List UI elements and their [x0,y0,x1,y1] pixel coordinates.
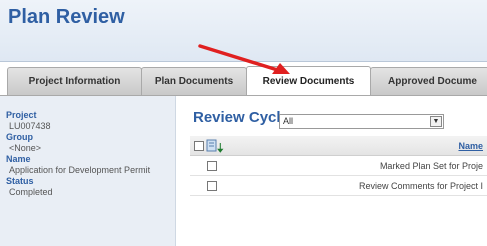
review-documents-table: 🠣 Name Marked Plan Set for Proje Review … [190,136,487,196]
row-checkbox[interactable] [207,181,217,191]
review-panel: Review Cycle All ▼ 🠣 Name Marked Plan Se… [176,96,487,246]
table-row: Review Comments for Project I [190,176,487,196]
document-name[interactable]: Review Comments for Project I [359,181,483,191]
red-arrow-annotation [198,44,290,74]
name-value: Application for Development Permit [9,165,151,175]
tab-project-information[interactable]: Project Information [7,67,142,95]
table-header-row: 🠣 Name [190,136,487,156]
chevron-down-icon[interactable]: ▼ [430,116,442,127]
group-value: <None> [9,143,42,153]
review-cycle-title: Review Cycle [193,109,289,126]
project-label: Project [6,110,37,120]
project-sidebar: Project LU007438 Group <None> Name Appli… [0,96,176,246]
project-value: LU007438 [9,121,51,131]
name-column-header[interactable]: Name [458,141,483,151]
document-name[interactable]: Marked Plan Set for Proje [380,161,483,171]
row-checkbox[interactable] [207,161,217,171]
review-cycle-selected: All [283,116,294,126]
table-row: Marked Plan Set for Proje [190,156,487,176]
status-label: Status [6,176,34,186]
name-label: Name [6,154,31,164]
group-label: Group [6,132,33,142]
select-all-checkbox[interactable] [194,141,204,151]
review-cycle-select[interactable]: All ▼ [279,114,444,129]
tab-approved-documents[interactable]: Approved Docume [370,67,487,95]
status-value: Completed [9,187,53,197]
page-title: Plan Review [8,6,125,28]
